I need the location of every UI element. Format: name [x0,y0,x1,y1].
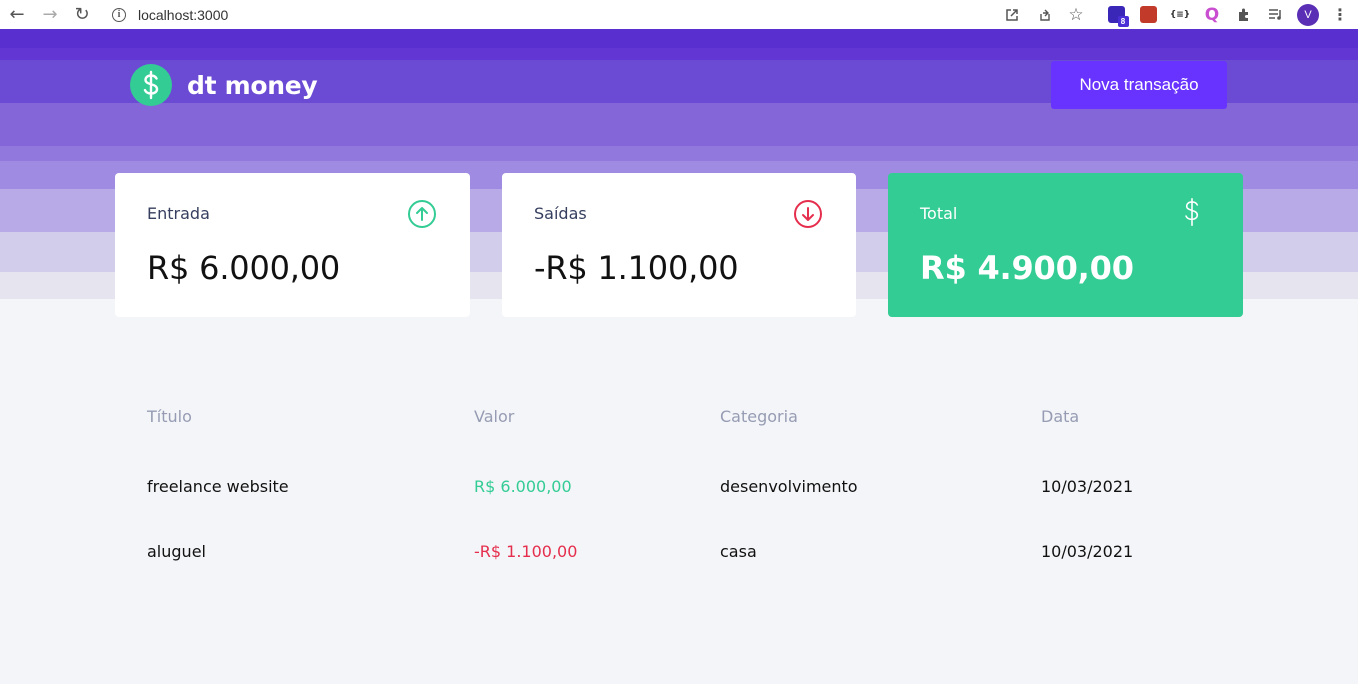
reload-icon[interactable]: ↻ [69,0,95,29]
extension-graduation-icon[interactable]: 8 [1104,0,1129,29]
transactions-table: Título Valor Categoria Data freelance we… [115,380,1243,582]
summary-card-total: Total R$ 4.900,00 [888,173,1243,317]
table-header-row: Título Valor Categoria Data [115,380,1243,452]
back-icon[interactable]: ← [4,0,30,29]
income-value: R$ 6.000,00 [147,249,341,287]
total-label: Total [920,204,958,223]
extension-q-icon[interactable]: Q [1200,0,1224,29]
row-amount: -R$ 1.100,00 [474,542,578,561]
row-amount: R$ 6.000,00 [474,477,572,496]
row-date: 10/03/2021 [1041,477,1134,496]
summary-card-income: Entrada R$ 6.000,00 [115,173,470,317]
address-bar[interactable]: i localhost:3000 [112,0,228,29]
extension-red-icon[interactable] [1136,0,1160,29]
browser-toolbar: ← → ↻ i localhost:3000 ☆ 8 {≡} Q V ⋮ [0,0,1358,29]
open-in-new-icon[interactable] [1000,0,1024,29]
income-label: Entrada [147,204,210,223]
column-header-value: Valor [474,407,515,426]
new-transaction-button[interactable]: Nova transação [1051,61,1227,109]
column-header-category: Categoria [720,407,798,426]
total-value: R$ 4.900,00 [920,249,1134,287]
extension-json-icon[interactable]: {≡} [1168,0,1192,29]
site-info-icon[interactable]: i [112,7,126,22]
menu-kebab-icon[interactable]: ⋮ [1328,0,1352,29]
app-name: dt money [187,70,318,100]
row-title: aluguel [147,542,206,561]
row-title: freelance website [147,477,289,496]
arrow-up-circle-icon [408,200,436,228]
arrow-down-circle-icon [794,200,822,228]
bookmark-star-icon[interactable]: ☆ [1064,0,1088,29]
dollar-logo-icon [130,64,172,106]
row-date: 10/03/2021 [1041,542,1134,561]
outcome-value: -R$ 1.100,00 [534,249,739,287]
extensions-puzzle-icon[interactable] [1232,0,1256,29]
table-row: aluguel -R$ 1.100,00 casa 10/03/2021 [115,517,1243,582]
column-header-title: Título [147,407,192,426]
summary-card-outcome: Saídas -R$ 1.100,00 [502,173,856,317]
forward-icon[interactable]: → [37,0,63,29]
app-logo: dt money [130,64,318,106]
row-category: casa [720,542,757,561]
row-category: desenvolvimento [720,477,858,496]
profile-avatar[interactable]: V [1296,0,1320,29]
url-text: localhost:3000 [138,6,229,23]
table-row: freelance website R$ 6.000,00 desenvolvi… [115,452,1243,517]
outcome-label: Saídas [534,204,587,223]
dollar-sign-icon [1185,197,1199,227]
media-list-icon[interactable] [1263,0,1287,29]
column-header-date: Data [1041,407,1080,426]
share-icon[interactable] [1032,0,1056,29]
